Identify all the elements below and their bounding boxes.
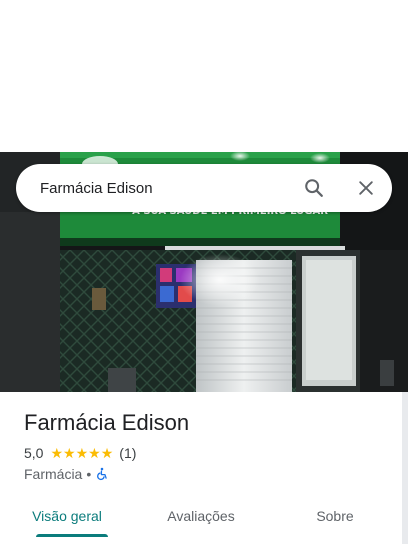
close-icon	[359, 181, 373, 195]
star-icon: ★	[88, 445, 101, 461]
separator: •	[86, 466, 92, 482]
search-input[interactable]	[16, 164, 294, 212]
search-button[interactable]	[294, 168, 334, 208]
active-tab-indicator	[36, 534, 108, 537]
star-icon: ★	[50, 445, 64, 461]
tab-about[interactable]: Sobre	[268, 494, 402, 538]
star-icon: ★	[63, 445, 76, 461]
search-box[interactable]	[16, 164, 392, 212]
map-top-area	[0, 0, 408, 152]
review-count[interactable]: (1)	[119, 445, 136, 461]
place-name: Farmácia Edison	[24, 410, 190, 435]
category-row: Farmácia •	[24, 465, 109, 483]
tab-overview[interactable]: Visão geral	[0, 494, 134, 538]
rating-row[interactable]: 5,0 ★ ★ ★ ★ ★ (1)	[24, 444, 136, 462]
rating-value: 5,0	[24, 445, 44, 461]
place-category[interactable]: Farmácia	[24, 466, 82, 482]
wheelchair-icon[interactable]	[95, 467, 109, 481]
close-button[interactable]	[346, 168, 386, 208]
star-rating: ★ ★ ★ ★ ★	[50, 446, 113, 460]
scrollbar[interactable]	[402, 392, 408, 544]
star-icon: ★	[100, 445, 114, 461]
tab-reviews[interactable]: Avaliações	[134, 494, 268, 538]
place-tabs: Visão geral Avaliações Sobre	[0, 494, 402, 538]
search-icon	[305, 179, 323, 197]
star-icon: ★	[75, 445, 89, 461]
